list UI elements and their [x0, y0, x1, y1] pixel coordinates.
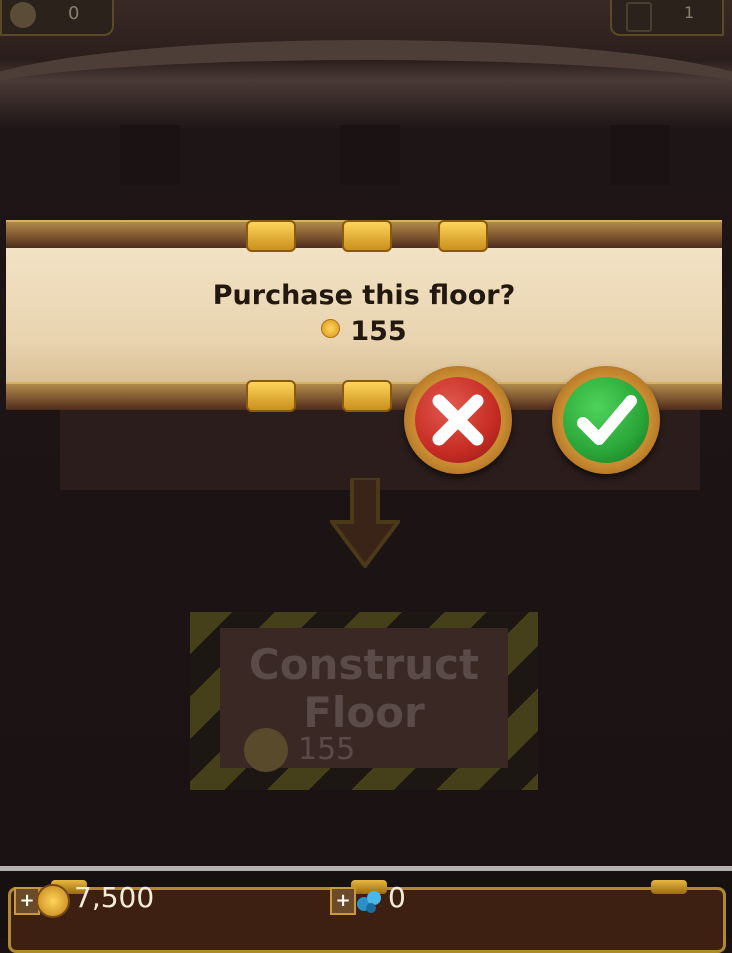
- dialog-question: Purchase this floor?: [212, 280, 516, 311]
- close-icon: [432, 394, 484, 446]
- clip: [246, 220, 296, 252]
- gem-value: 0: [388, 881, 406, 914]
- coin-icon: [36, 884, 70, 918]
- coin-icon: [321, 319, 341, 338]
- top-left-counter: 0: [0, 0, 114, 36]
- coin-icon: [244, 728, 288, 772]
- construct-label: Construct: [248, 640, 480, 689]
- construct-cost: 155: [298, 732, 356, 767]
- bottom-bar: +7,500 +0: [0, 871, 732, 953]
- floor-icon: [626, 2, 652, 32]
- top-right-value: 1: [684, 3, 695, 22]
- construct-floor-button[interactable]: Construct Floor 155: [190, 612, 538, 790]
- price-value: 155: [350, 316, 407, 347]
- add-gems-button[interactable]: +: [330, 887, 356, 915]
- ceiling-decor: [0, 125, 732, 195]
- parchment: [6, 244, 722, 384]
- confirm-button[interactable]: [552, 366, 660, 474]
- checkmark-icon: [577, 395, 637, 445]
- game-scene: 0 1 Construct Floor 155 Purchase this fl…: [0, 0, 732, 870]
- clip: [246, 380, 296, 412]
- coin-icon: [10, 2, 36, 28]
- dialog-price: 155: [6, 316, 722, 347]
- gem-counter: +0: [330, 881, 630, 921]
- gold-value: 7,500: [74, 881, 155, 914]
- clip: [342, 220, 392, 252]
- gem-icon: [357, 891, 381, 913]
- cancel-button[interactable]: [404, 366, 512, 474]
- top-right-counter: 1: [610, 0, 724, 36]
- down-arrow-icon: [330, 478, 400, 568]
- clip: [342, 380, 392, 412]
- gold-counter: +7,500: [14, 881, 314, 921]
- clip: [438, 220, 488, 252]
- top-left-value: 0: [68, 3, 80, 24]
